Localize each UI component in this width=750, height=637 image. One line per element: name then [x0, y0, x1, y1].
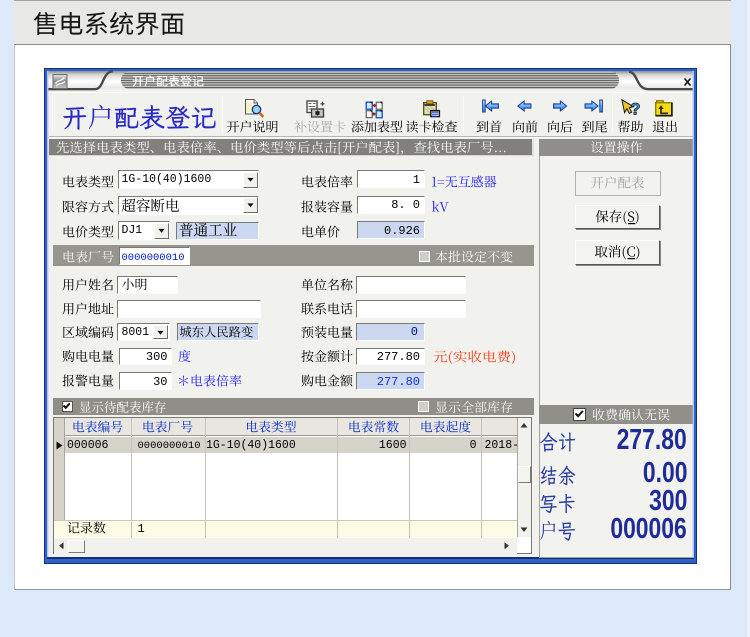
svg-text:?: ? [630, 101, 640, 119]
